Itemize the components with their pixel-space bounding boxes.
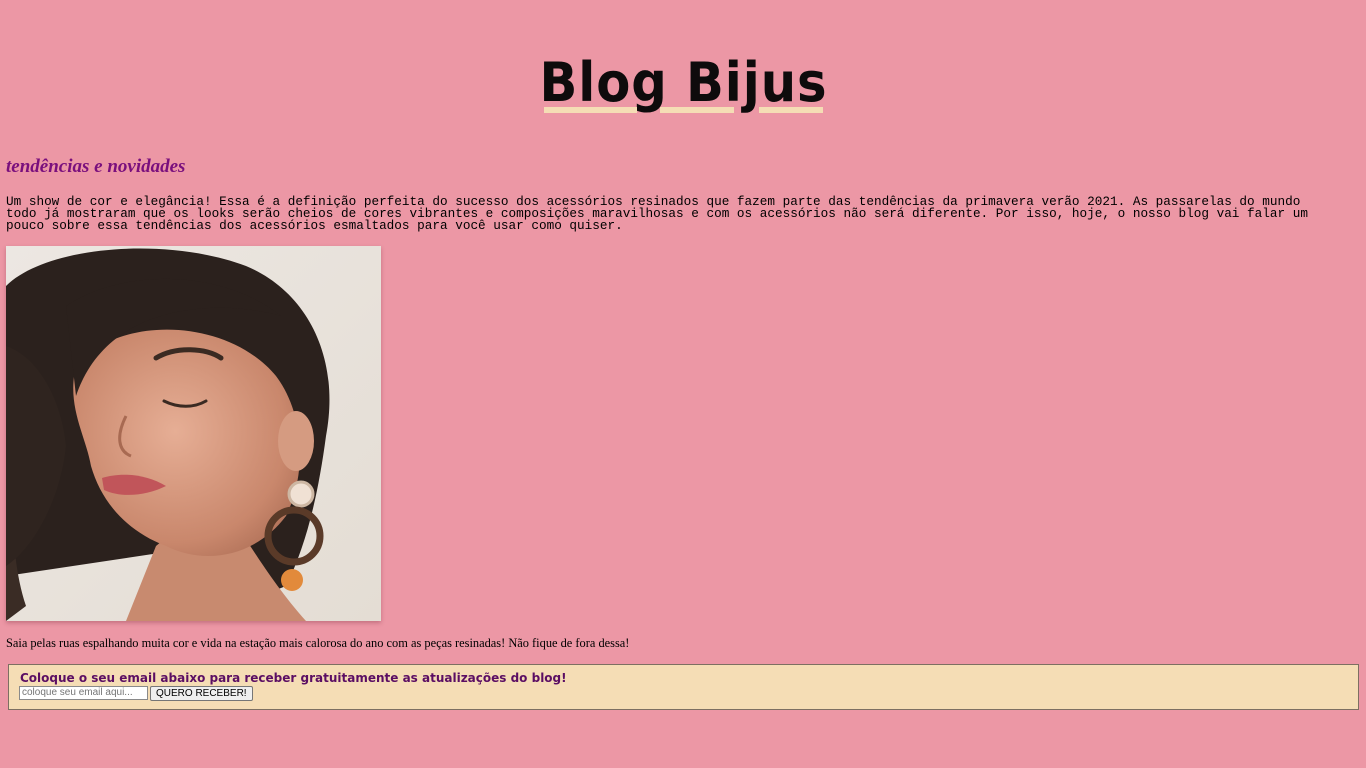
post-title: tendências e novidades (6, 156, 186, 177)
post-intro: Um show de cor e elegância! Essa é a def… (6, 194, 1308, 233)
email-field[interactable] (19, 686, 148, 700)
newsletter-box: Coloque o seu email abaixo para receber … (8, 664, 1359, 710)
newsletter-title: Coloque o seu email abaixo para receber … (20, 671, 567, 685)
photo-caption: Saia pelas ruas espalhando muita cor e v… (6, 636, 630, 650)
logo-underline (660, 107, 734, 113)
post-photo (6, 246, 381, 621)
logo-underline (759, 107, 823, 113)
subscribe-button[interactable]: QUERO RECEBER! (150, 686, 253, 701)
logo-text: Blog Bijus (539, 51, 827, 114)
logo-underline (544, 107, 637, 113)
